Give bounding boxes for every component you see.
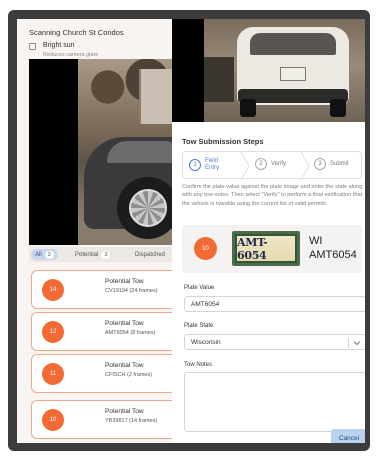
plate-image-text: AMT-6054 <box>235 234 297 263</box>
tow-submission-panel: Tow Submission Steps 1 Field Entry 2 Ver… <box>172 19 365 443</box>
frame-badge: 11 <box>42 363 64 385</box>
tow-notes-input[interactable] <box>184 372 365 432</box>
tab-dispatched[interactable]: Dispatched <box>131 249 169 260</box>
tab-count: 3 <box>44 250 54 259</box>
step-number: 2 <box>255 158 267 170</box>
step-label: Submit <box>330 161 349 167</box>
frame-badge: 10 <box>42 409 64 431</box>
tow-card[interactable]: 14 Potential Tow CV19194 (24 frames) <box>31 270 181 309</box>
camera-feed <box>29 59 177 245</box>
card-title: Potential Tow <box>105 408 144 415</box>
tow-card[interactable]: 10 Potential Tow YB39817 (14 frames) <box>31 400 181 439</box>
cancel-button[interactable]: Cancel <box>331 429 365 443</box>
plate-summary: 10 AMT-6054 WI AMT6054 <box>182 225 362 273</box>
bright-sun-label: Bright sun <box>43 42 75 49</box>
car-tire <box>330 99 346 117</box>
plate-state-select[interactable]: Wisconsin <box>184 334 365 350</box>
plate-state-code: WI <box>309 235 323 247</box>
tab-potential[interactable]: Potential 3 <box>71 249 114 260</box>
plate-value-label: Plate Value <box>184 285 215 291</box>
step-label-line: Entry <box>205 165 220 171</box>
step-submit[interactable]: 3 Submit <box>314 158 349 170</box>
chevron-right-icon <box>240 152 250 180</box>
car-rim <box>129 189 167 227</box>
card-title: Potential Tow <box>105 362 144 369</box>
scan-panel: Scanning Church St Condos Bright sun Red… <box>17 19 181 443</box>
chevron-right-icon <box>300 152 310 180</box>
scan-title: Scanning Church St Condos <box>29 28 124 37</box>
tab-count: 3 <box>101 250 111 259</box>
bright-sun-checkbox[interactable] <box>29 43 36 50</box>
card-subtitle: AMT6054 (8 frames) <box>105 330 156 336</box>
stepper: 1 Field Entry 2 Verify 3 Submit <box>182 151 362 180</box>
tab-label: All <box>35 251 42 258</box>
tab-label: Potential <box>75 251 99 258</box>
tow-card[interactable]: 11 Potential Tow CFISCH (2 frames) <box>31 354 181 393</box>
car-plate <box>280 67 306 81</box>
frame-badge: 14 <box>42 279 64 301</box>
card-title: Potential Tow <box>105 320 144 327</box>
step-label: Verify <box>271 161 287 167</box>
step-label-line: Field <box>205 158 219 164</box>
select-divider <box>348 338 349 348</box>
step-field-entry[interactable]: 1 Field Entry <box>189 158 219 172</box>
step-number: 1 <box>189 159 201 171</box>
card-title: Potential Tow <box>105 278 144 285</box>
plate-value-input[interactable]: AMT6054 <box>184 296 365 312</box>
other-car <box>204 57 234 102</box>
car-window <box>107 141 177 163</box>
plate-image: AMT-6054 <box>232 231 300 266</box>
car-rear-window <box>250 33 336 55</box>
device-frame: Scanning Church St Condos Bright sun Red… <box>0 0 377 456</box>
step-description: Confirm the plate value against the plat… <box>182 184 363 207</box>
panel-title: Tow Submission Steps <box>182 137 264 146</box>
bright-sun-sublabel: Reduces camera glare <box>43 52 99 58</box>
vehicle-photo <box>172 19 365 122</box>
chevron-down-icon[interactable] <box>353 339 361 347</box>
plate-state-label: Plate State <box>184 323 214 329</box>
frame-badge: 12 <box>42 321 64 343</box>
card-subtitle: CV19194 (24 frames) <box>105 288 158 294</box>
step-label: Field Entry <box>205 158 219 172</box>
tab-all[interactable]: All 3 <box>31 249 58 260</box>
step-number: 3 <box>314 158 326 170</box>
tow-notes-label: Tow Notes <box>184 362 213 368</box>
tab-label: Dispatched <box>135 251 166 258</box>
card-subtitle: CFISCH (2 frames) <box>105 372 153 378</box>
step-verify[interactable]: 2 Verify <box>255 158 286 170</box>
app-screen: Scanning Church St Condos Bright sun Red… <box>17 19 365 443</box>
filter-tabs: All 3 Potential 3 Dispatched <box>29 247 179 262</box>
plate-number: AMT6054 <box>309 249 357 261</box>
frame-badge: 10 <box>194 237 217 260</box>
card-subtitle: YB39817 (14 frames) <box>105 418 158 424</box>
car-tire <box>240 99 256 117</box>
tow-card[interactable]: 12 Potential Tow AMT6054 (8 frames) <box>31 312 181 351</box>
plate-state-value: Wisconsin <box>191 339 221 346</box>
